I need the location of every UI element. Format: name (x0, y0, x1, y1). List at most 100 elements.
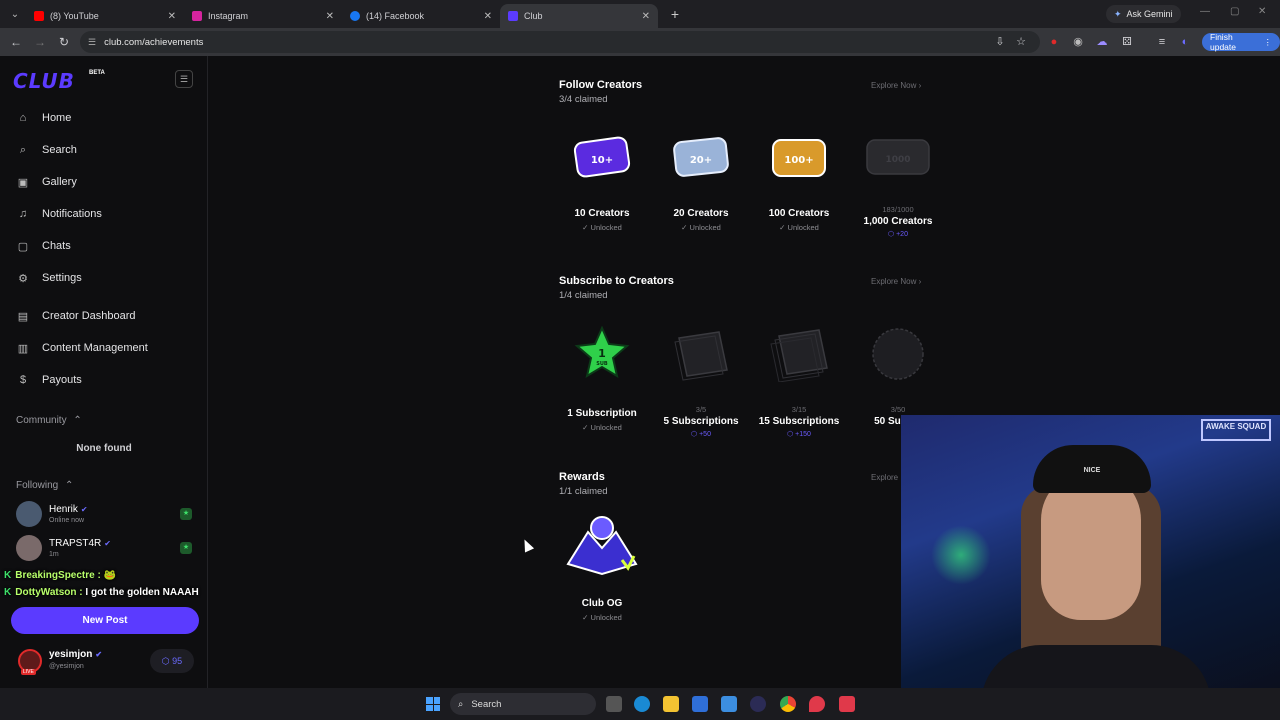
badge-reward: ⬡ +20 (888, 231, 908, 238)
chrome-icon[interactable] (780, 696, 796, 712)
windows-start-icon[interactable] (426, 697, 440, 711)
close-icon[interactable]: ✕ (168, 11, 176, 22)
following-item[interactable]: Henrik ✔ Online now ★ (16, 500, 194, 528)
browser-tab[interactable]: Instagram ✕ (184, 4, 342, 28)
home-icon: ⌂ (19, 112, 27, 124)
club-icon (508, 11, 518, 21)
sidebar-item-label: Payouts (42, 374, 82, 386)
sidebar-item-creator-dashboard[interactable]: ▤ Creator Dashboard (16, 306, 136, 326)
chat-overlay-line: K DottyWatson : I got the golden NAAAH (4, 587, 199, 598)
sidebar-item-home[interactable]: ⌂ Home (16, 108, 72, 128)
collapse-menu-icon[interactable]: ☰ (175, 70, 193, 88)
install-app-icon[interactable]: ⇩ (993, 35, 1007, 49)
achievement-badge[interactable]: 10+ 10 Creators ✓ Unlocked (557, 134, 647, 232)
new-post-button[interactable]: New Post (11, 607, 199, 634)
achievement-badge[interactable]: 20+ 20 Creators ✓ Unlocked (656, 134, 746, 232)
points-badge[interactable]: ⬡ 95 (150, 649, 194, 673)
task-view-icon[interactable] (606, 696, 622, 712)
coin-icon: ⬡ (888, 231, 895, 238)
file-explorer-icon[interactable] (663, 696, 679, 712)
chat-overlay-line: K BreakingSpectre : 🐸 (4, 570, 116, 581)
dashboard-icon: ▤ (17, 310, 29, 323)
badge-art (566, 516, 638, 576)
community-header[interactable]: Community ⌃ (16, 415, 82, 426)
streamer-hat: NICE (1033, 445, 1151, 493)
extension-circle-icon[interactable]: ◉ (1071, 35, 1085, 49)
profile-card[interactable]: LIVE yesimjon ✔ @yesimjon ⬡ 95 (14, 648, 198, 676)
sidebar-item-settings[interactable]: ⚙ Settings (16, 268, 82, 288)
new-tab-button[interactable]: + (664, 6, 686, 22)
achievement-badge-locked[interactable]: 3/50 50 Subscr (853, 326, 943, 427)
extensions-puzzle-icon[interactable]: ⚄ (1120, 35, 1134, 49)
achievement-badge-locked[interactable]: 1000 183/1000 1,000 Creators ⬡ +20 (853, 134, 943, 238)
coin-icon: ⬡ (787, 431, 794, 438)
store-icon[interactable] (692, 696, 708, 712)
ask-gemini-button[interactable]: ✦ Ask Gemini (1106, 5, 1181, 23)
svg-text:1000: 1000 (885, 155, 910, 165)
close-icon[interactable]: ✕ (484, 11, 492, 22)
gallery-icon: ▣ (17, 176, 29, 189)
minimize-icon[interactable]: — (1200, 6, 1210, 17)
section-title: Rewards (559, 471, 605, 483)
browser-tab-active[interactable]: Club ✕ (500, 4, 658, 28)
sidebar-item-payouts[interactable]: $ Payouts (16, 370, 82, 390)
youtube-icon (34, 11, 44, 21)
badge-status: ✓ Unlocked (582, 223, 622, 232)
live-badge: LIVE (21, 669, 36, 675)
sidebar-item-content-management[interactable]: ▥ Content Management (16, 338, 148, 358)
explore-now-link[interactable]: Explore Now › (871, 81, 921, 90)
following-header[interactable]: Following ⌃ (16, 480, 73, 491)
tab-search-menu[interactable]: ⌄ (4, 4, 26, 24)
sidebar-item-chats[interactable]: ▢ Chats (16, 236, 71, 256)
close-icon[interactable]: ✕ (326, 11, 334, 22)
kebab-menu-icon: ⋮ (1263, 36, 1273, 47)
gear-icon: ⚙ (18, 272, 28, 285)
explore-link[interactable]: Explore (871, 473, 898, 482)
sidebar: CLUB BETA ☰ ⌂ Home ⌕ Search ▣ Gallery ♫ … (0, 56, 208, 688)
sidebar-item-label: Creator Dashboard (42, 310, 136, 322)
mail-icon[interactable] (721, 696, 737, 712)
achievement-badge-locked[interactable]: 3/5 5 Subscriptions ⬡ +50 (656, 326, 746, 438)
bookmark-star-icon[interactable]: ☆ (1014, 35, 1028, 49)
obs-icon[interactable] (839, 696, 855, 712)
browser-tab[interactable]: (8) YouTube ✕ (26, 4, 184, 28)
avatar (16, 535, 42, 561)
back-icon[interactable]: ← (4, 35, 28, 49)
chevron-up-icon: ⌃ (73, 415, 82, 426)
community-empty-text: None found (76, 443, 132, 454)
extension-cloud-icon[interactable]: ☁ (1095, 35, 1109, 49)
maximize-icon[interactable]: ▢ (1230, 6, 1239, 17)
sidebar-item-gallery[interactable]: ▣ Gallery (16, 172, 77, 192)
badge-art: 100+ (772, 139, 826, 177)
sidebar-item-notifications[interactable]: ♫ Notifications (16, 204, 102, 224)
achievement-badge[interactable]: Club OG ✓ Unlocked (557, 512, 647, 622)
section-claimed: 1/4 claimed (559, 290, 608, 301)
club-logo[interactable]: CLUB (13, 69, 75, 93)
reload-icon[interactable]: ↻ (52, 35, 76, 49)
site-info-icon[interactable]: ☰ (88, 37, 96, 48)
taskbar-search[interactable]: ⌕ Search (450, 693, 596, 715)
explore-now-link[interactable]: Explore Now › (871, 277, 921, 286)
badge-name: 100 Creators (768, 208, 830, 219)
achievement-badge-locked[interactable]: 3/15 15 Subscriptions ⬡ +150 (754, 326, 844, 438)
following-item[interactable]: TRAPST4R ✔ 1m ★ (16, 534, 194, 562)
sidebar-item-search[interactable]: ⌕ Search (16, 140, 77, 160)
sidebar-item-label: Home (42, 112, 72, 124)
chat-username: BreakingSpectre : (15, 570, 101, 581)
edge-icon[interactable] (634, 696, 650, 712)
reading-list-icon[interactable]: ≡ (1155, 35, 1169, 49)
browser-tab-bar: ⌄ (8) YouTube ✕ Instagram ✕ (14) Faceboo… (0, 0, 1280, 28)
achievement-badge[interactable]: 1 SUB 1 Subscription ✓ Unlocked (557, 326, 647, 432)
browser-tab[interactable]: (14) Facebook ✕ (342, 4, 500, 28)
maps-pin-icon[interactable] (809, 696, 825, 712)
close-icon[interactable]: ✕ (642, 11, 650, 22)
finish-update-button[interactable]: Finish update ⋮ (1202, 32, 1280, 52)
profile-avatar-icon[interactable]: ◐ (1178, 35, 1192, 49)
extension-record-icon[interactable]: ● (1047, 35, 1061, 49)
app-icon[interactable] (750, 696, 766, 712)
achievement-badge[interactable]: 100+ 100 Creators ✓ Unlocked (754, 134, 844, 232)
window-close-icon[interactable]: ✕ (1258, 6, 1266, 17)
forward-icon[interactable]: → (28, 35, 52, 49)
hat-logo: NICE (1083, 467, 1101, 474)
address-bar[interactable]: ☰ club.com/achievements (80, 31, 1040, 53)
